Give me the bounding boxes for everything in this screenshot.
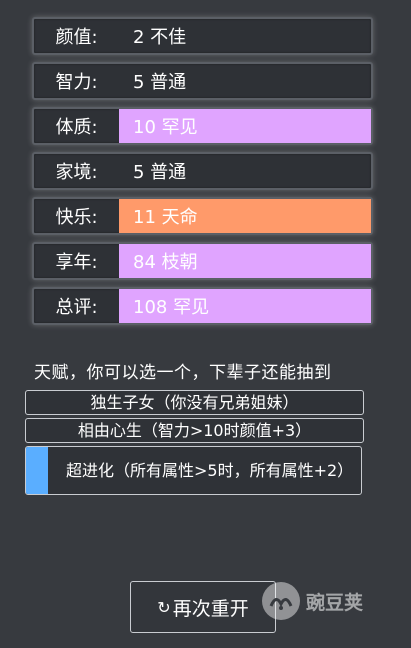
stat-label: 总评: (55, 297, 98, 318)
watermark: 豌豆荚 (262, 582, 363, 620)
watermark-text: 豌豆荚 (306, 591, 364, 614)
stat-row-happiness: 快乐: 11 天命 (32, 197, 373, 235)
stat-label: 享年: (55, 252, 98, 273)
wandoujia-logo-icon (262, 582, 300, 620)
stat-value: 2 不佳 (133, 27, 187, 48)
stat-row-family: 家境: 5 普通 (32, 152, 373, 190)
talent-option[interactable]: 独生子女（你没有兄弟姐妹） (25, 390, 364, 415)
talent-label: 超进化（所有属性>5时，所有属性+2） (66, 460, 354, 480)
stat-value: 5 普通 (133, 162, 187, 183)
refresh-icon: ↻ (157, 597, 171, 617)
stat-label: 体质: (55, 117, 98, 138)
stat-value: 5 普通 (133, 72, 187, 93)
restart-button[interactable]: ↻ 再次重开 (130, 581, 276, 633)
stat-row-total: 总评: 108 罕见 (32, 287, 373, 325)
talent-hint: 天赋，你可以选一个，下辈子还能抽到 (34, 363, 332, 383)
stat-row-constitution: 体质: 10 罕见 (32, 107, 373, 145)
stat-value: 11 天命 (119, 199, 371, 233)
stat-label: 颜值: (55, 27, 98, 48)
stat-value: 84 枝朝 (119, 244, 371, 278)
stat-row-intelligence: 智力: 5 普通 (32, 62, 373, 100)
talent-label: 相由心生（智力>10时颜值+3） (77, 420, 312, 440)
talent-label: 独生子女（你没有兄弟姐妹） (90, 392, 299, 412)
stat-value: 108 罕见 (119, 289, 371, 323)
stat-label: 智力: (55, 72, 98, 93)
stat-row-appearance: 颜值: 2 不佳 (32, 17, 373, 55)
stat-label: 家境: (55, 162, 98, 183)
talent-option[interactable]: 相由心生（智力>10时颜值+3） (25, 418, 364, 443)
talent-option-selected[interactable]: 超进化（所有属性>5时，所有属性+2） (25, 446, 362, 495)
stat-label: 快乐: (55, 207, 98, 228)
stat-value: 10 罕见 (119, 109, 371, 143)
stat-row-lifespan: 享年: 84 枝朝 (32, 242, 373, 280)
selected-indicator (26, 447, 48, 494)
restart-label: 再次重开 (172, 597, 249, 620)
